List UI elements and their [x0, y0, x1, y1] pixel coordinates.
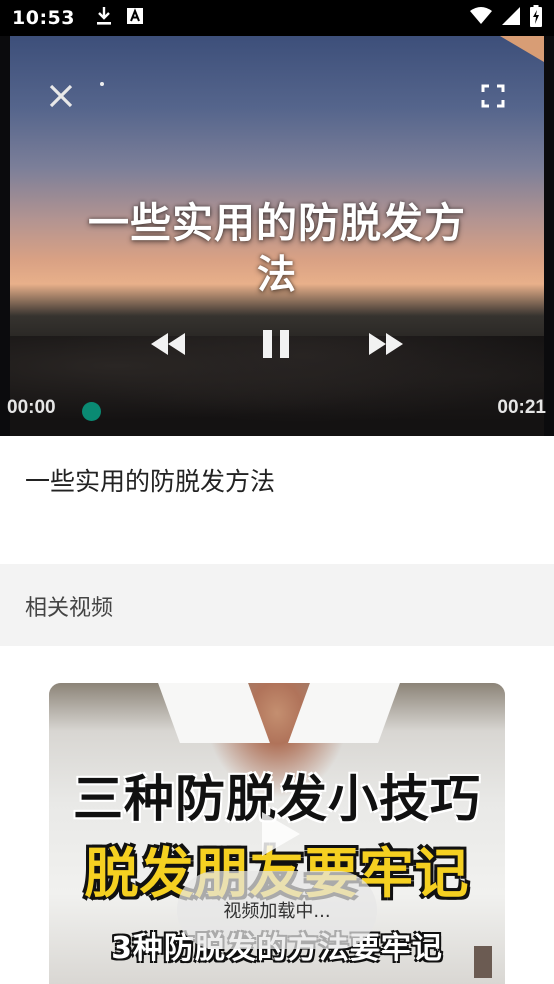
fullscreen-button[interactable] [476, 81, 510, 115]
status-left-icons [95, 6, 143, 30]
video-player[interactable]: 一些实用的防脱发方 法 00:00 00:21 [0, 36, 554, 436]
thumbnail-edge-mark [474, 946, 492, 978]
seek-thumb[interactable] [82, 402, 101, 421]
loading-text: 视频加载中... [223, 901, 331, 922]
pause-icon [261, 329, 291, 363]
play-icon [258, 810, 302, 862]
fullscreen-icon [481, 84, 505, 112]
related-section-header: 相关视频 [0, 564, 554, 646]
video-star [100, 82, 104, 86]
current-time: 00:00 [7, 397, 56, 418]
signal-icon [502, 7, 520, 29]
rewind-icon [149, 331, 187, 361]
status-right-icons [470, 5, 542, 31]
video-caption-line1: 一些实用的防脱发方 [88, 199, 466, 247]
related-section-title: 相关视频 [25, 596, 114, 621]
text-a-icon [126, 8, 143, 28]
video-title: 一些实用的防脱发方法 [25, 467, 276, 496]
status-time: 10:53 [12, 7, 75, 29]
video-corner-artifact [500, 36, 544, 62]
pause-button[interactable] [254, 326, 298, 366]
download-icon [95, 6, 113, 30]
rewind-button[interactable] [146, 328, 190, 364]
loading-toast: 视频加载中... [177, 871, 377, 949]
wifi-icon [470, 7, 492, 29]
total-time: 00:21 [497, 397, 546, 418]
battery-charging-icon [530, 5, 542, 31]
seek-bar[interactable] [92, 409, 480, 411]
status-bar: 10:53 [0, 0, 554, 36]
fast-forward-icon [367, 331, 405, 361]
close-button[interactable] [44, 81, 78, 115]
video-caption-line2: 法 [256, 253, 297, 298]
close-icon [48, 83, 74, 113]
fast-forward-button[interactable] [364, 328, 408, 364]
play-button[interactable] [255, 809, 305, 863]
